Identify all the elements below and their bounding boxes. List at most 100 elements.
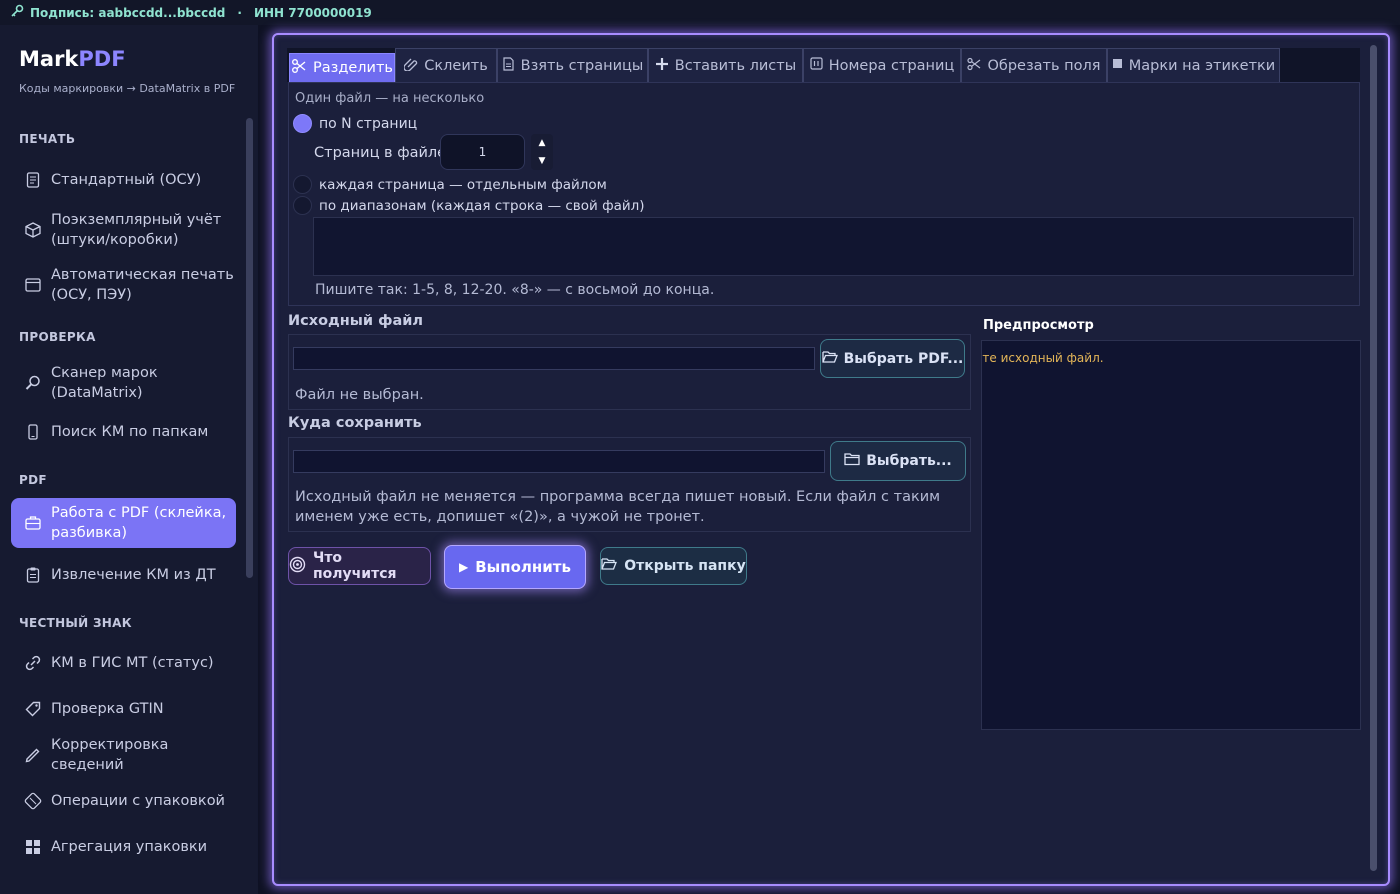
preview-title: Предпросмотр: [983, 318, 1094, 333]
tag-icon: [23, 699, 43, 719]
tab-insert-sheets[interactable]: Вставить листы: [648, 48, 803, 82]
radio-by-n-pages-label: по N страниц: [319, 116, 418, 132]
sidebar-item-label: Агрегация упаковки: [51, 839, 208, 855]
box-icon: [23, 220, 43, 240]
choose-folder-button[interactable]: Выбрать...: [830, 441, 966, 481]
magnifier-icon: [23, 373, 43, 393]
ranges-textarea[interactable]: [313, 217, 1354, 276]
plus-icon: [655, 57, 669, 75]
pencil-icon: [23, 745, 43, 765]
sidebar-item-autoprint[interactable]: Автоматическая печать (ОСУ, ПЭУ): [11, 265, 236, 305]
sidebar-item-aggregation[interactable]: Агрегация упаковки: [11, 837, 236, 857]
sidebar-item-gis-mt[interactable]: КМ в ГИС МТ (статус): [11, 653, 236, 673]
app-subtitle: Коды маркировки → DataMatrix в PDF: [19, 82, 236, 95]
tab-label: Вставить листы: [674, 57, 797, 74]
sidebar-item-extract-km[interactable]: Извлечение КМ из ДТ: [11, 565, 236, 585]
tab-page-numbers[interactable]: Номера страниц: [803, 48, 961, 82]
sidebar-item-label: Корректировка сведений: [51, 737, 169, 773]
spin-down-button[interactable]: ▼: [531, 152, 553, 170]
sidebar-item-label: Извлечение КМ из ДТ: [51, 567, 216, 583]
tab-crop[interactable]: Обрезать поля: [961, 48, 1107, 82]
inn-text: ИНН 7700000019: [253, 5, 372, 20]
preview-result-button[interactable]: Что получится: [288, 547, 431, 585]
section-pdf: PDF: [19, 473, 47, 487]
source-file-title: Исходный файл: [288, 313, 424, 329]
spin-up-button[interactable]: ▲: [531, 134, 553, 152]
radio-by-ranges-label: по диапазонам (каждая строка — свой файл…: [319, 198, 645, 214]
sidebar-item-label: Проверка GTIN: [51, 701, 164, 717]
sidebar-item-pdf-tools[interactable]: Работа с PDF (склейка, разбивка): [11, 498, 236, 548]
sidebar-item-label: Поиск КМ по папкам: [51, 424, 209, 440]
paperclip-icon: [403, 57, 418, 75]
section-cz: ЧЕСТНЫЙ ЗНАК: [19, 616, 132, 630]
square-icon: [1112, 58, 1123, 73]
tab-label: Номера страниц: [828, 57, 955, 74]
clipboard-icon: [23, 565, 43, 585]
target-icon: [289, 556, 306, 577]
window-icon: [23, 275, 43, 295]
radio-by-ranges[interactable]: [293, 196, 312, 215]
sidebar: MarkPDF Коды маркировки → DataMatrix в P…: [0, 25, 258, 894]
sidebar-scrollbar[interactable]: [246, 118, 253, 578]
tab-label: Склеить: [424, 57, 488, 74]
sidebar-item-label: Стандартный (ОСУ): [51, 172, 202, 188]
ranges-hint: Пишите так: 1-5, 8, 12-20. «8-» — с вось…: [315, 282, 715, 298]
key-icon: [10, 4, 24, 21]
scissors-icon: [291, 58, 307, 78]
source-status: Файл не выбран.: [295, 387, 424, 403]
sidebar-item-per-unit[interactable]: Поэкземплярный учёт (штуки/коробки): [11, 210, 236, 250]
pages-per-file-label: Страниц в файле:: [314, 145, 451, 161]
run-button[interactable]: ▶ Выполнить: [444, 545, 586, 589]
tab-take-pages[interactable]: Взять страницы: [497, 48, 648, 82]
save-location-title: Куда сохранить: [288, 415, 422, 431]
preview-message: рите исходный файл.: [982, 351, 1104, 365]
tab-label: Взять страницы: [520, 57, 644, 74]
package-icon: [23, 791, 43, 811]
folder-open-icon: [601, 557, 618, 575]
sidebar-item-label: Операции с упаковкой: [51, 793, 225, 809]
sidebar-item-search-km[interactable]: Поиск КМ по папкам: [11, 422, 236, 442]
radio-by-n-pages[interactable]: [293, 114, 312, 133]
document-icon: [23, 170, 43, 190]
sidebar-item-label: Сканер марок (DataMatrix): [51, 365, 158, 401]
tab-merge[interactable]: Склеить: [395, 48, 497, 82]
link-icon: [23, 653, 43, 673]
briefcase-icon: [23, 513, 43, 533]
app-logo: MarkPDF: [19, 47, 126, 71]
section-check: ПРОВЕРКА: [19, 330, 96, 344]
page-icon: [502, 56, 515, 75]
sidebar-item-correction[interactable]: Корректировка сведений: [11, 737, 236, 773]
sidebar-item-gtin[interactable]: Проверка GTIN: [11, 699, 236, 719]
sidebar-item-label: Поэкземплярный учёт (штуки/коробки): [51, 212, 222, 248]
play-icon: ▶: [459, 560, 469, 574]
source-path-input[interactable]: [293, 347, 815, 370]
tab-labels[interactable]: Марки на этикетки: [1107, 48, 1280, 82]
sidebar-item-label: Работа с PDF (склейка, разбивка): [51, 505, 227, 541]
folder-icon: [844, 452, 860, 470]
status-bar: Подпись: aabbccdd...bbccdd · ИНН 7700000…: [0, 0, 1400, 25]
tab-split[interactable]: Разделить: [289, 53, 395, 82]
status-separator: ·: [237, 5, 242, 20]
folder-open-icon: [821, 350, 838, 368]
preview-area: рите исходный файл.: [981, 340, 1361, 730]
sidebar-item-label: Автоматическая печать (ОСУ, ПЭУ): [51, 267, 234, 303]
grid-icon: [23, 837, 43, 857]
sidebar-item-label: КМ в ГИС МТ (статус): [51, 655, 214, 671]
pages-spinner: ▲ ▼: [531, 134, 553, 170]
sidebar-item-standard[interactable]: Стандартный (ОСУ): [11, 170, 236, 190]
section-print: ПЕЧАТЬ: [19, 132, 76, 146]
save-path-input[interactable]: [293, 450, 825, 473]
sidebar-item-packaging-ops[interactable]: Операции с упаковкой: [11, 791, 236, 811]
sidebar-item-scanner[interactable]: Сканер марок (DataMatrix): [11, 363, 236, 403]
tab-label: Марки на этикетки: [1128, 57, 1276, 74]
open-folder-button[interactable]: Открыть папку: [600, 547, 747, 585]
radio-each-page-label: каждая страница — отдельным файлом: [319, 177, 607, 193]
crop-icon: [967, 57, 981, 75]
signature-text: Подпись: aabbccdd...bbccdd: [30, 5, 226, 20]
pages-per-file-input[interactable]: 1: [440, 134, 525, 170]
split-legend: Один файл — на несколько: [295, 91, 485, 106]
save-note: Исходный файл не меняется — программа вс…: [295, 489, 941, 525]
radio-each-page[interactable]: [293, 175, 312, 194]
main-scrollbar[interactable]: [1370, 45, 1377, 871]
choose-pdf-button[interactable]: Выбрать PDF...: [820, 339, 965, 378]
